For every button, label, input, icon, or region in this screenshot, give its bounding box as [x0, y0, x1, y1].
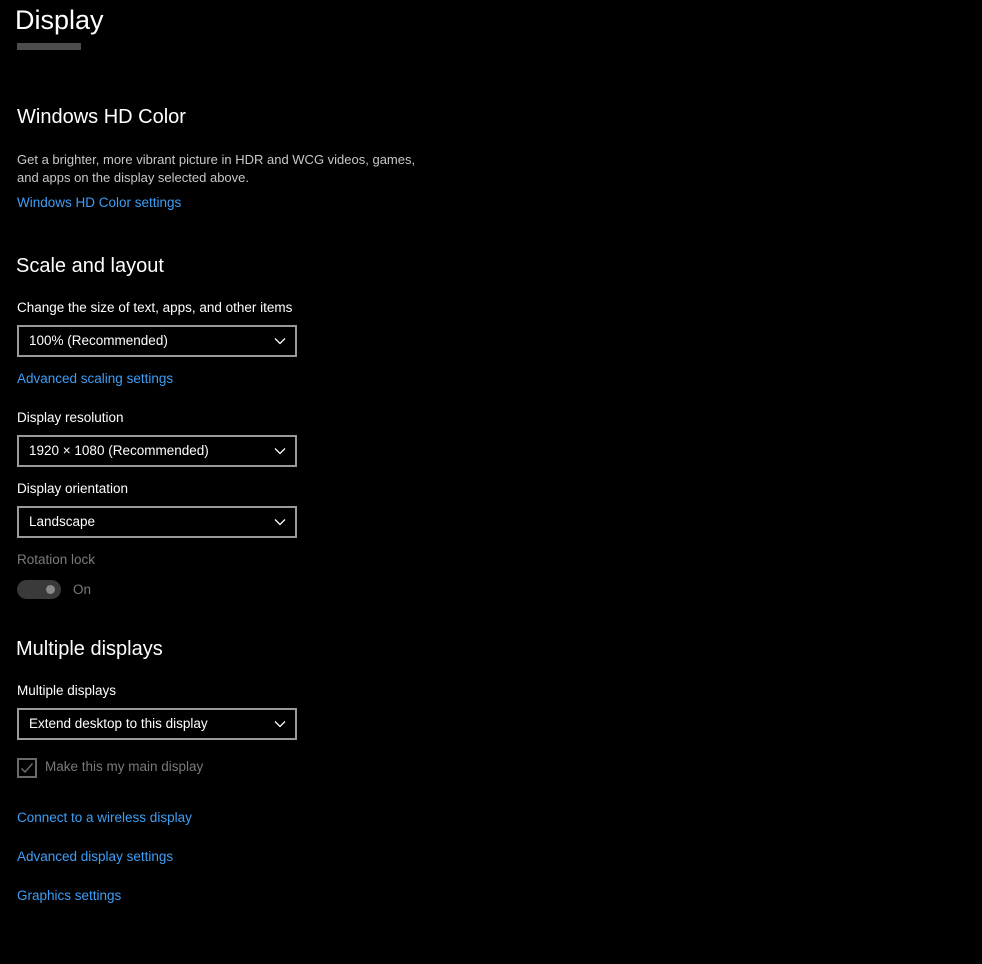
toggle-knob — [46, 585, 55, 594]
rotation-lock-state: On — [73, 582, 92, 597]
advanced-display-settings-link[interactable]: Advanced display settings — [17, 848, 173, 866]
multiple-displays-heading: Multiple displays — [16, 638, 163, 660]
hd-color-description: Get a brighter, more vibrant picture in … — [17, 151, 415, 187]
chevron-down-icon — [274, 721, 286, 728]
page-title: Display — [15, 5, 104, 35]
rotation-lock-toggle[interactable] — [17, 580, 61, 599]
multiple-displays-dropdown-value: Extend desktop to this display — [29, 716, 208, 731]
scale-dropdown[interactable]: 100% (Recommended) — [17, 325, 297, 357]
scale-dropdown-value: 100% (Recommended) — [29, 333, 168, 348]
multiple-displays-label: Multiple displays — [17, 683, 117, 698]
orientation-dropdown[interactable]: Landscape — [17, 506, 297, 538]
chevron-down-icon — [274, 519, 286, 526]
orientation-label: Display orientation — [17, 481, 129, 496]
wireless-display-link[interactable]: Connect to a wireless display — [17, 809, 192, 827]
scale-layout-heading: Scale and layout — [16, 255, 164, 277]
resolution-label: Display resolution — [17, 410, 124, 425]
resolution-dropdown-value: 1920 × 1080 (Recommended) — [29, 443, 209, 458]
settings-page: Display Windows HD Color Get a brighter,… — [0, 0, 982, 964]
advanced-scaling-link[interactable]: Advanced scaling settings — [17, 370, 173, 388]
main-display-checkbox[interactable] — [17, 758, 37, 778]
scale-label: Change the size of text, apps, and other… — [17, 300, 293, 315]
resolution-dropdown[interactable]: 1920 × 1080 (Recommended) — [17, 435, 297, 467]
chevron-down-icon — [274, 448, 286, 455]
checkmark-icon — [20, 763, 34, 774]
orientation-dropdown-value: Landscape — [29, 514, 96, 529]
hd-color-description-line2: and apps on the display selected above. — [17, 170, 250, 185]
title-underline — [17, 43, 81, 50]
main-display-label: Make this my main display — [45, 759, 204, 774]
rotation-lock-label: Rotation lock — [17, 552, 96, 567]
hd-color-settings-link[interactable]: Windows HD Color settings — [17, 194, 181, 212]
hd-color-description-line1: Get a brighter, more vibrant picture in … — [17, 152, 416, 167]
multiple-displays-dropdown[interactable]: Extend desktop to this display — [17, 708, 297, 740]
graphics-settings-link[interactable]: Graphics settings — [17, 887, 121, 905]
chevron-down-icon — [274, 338, 286, 345]
hd-color-heading: Windows HD Color — [17, 106, 186, 128]
